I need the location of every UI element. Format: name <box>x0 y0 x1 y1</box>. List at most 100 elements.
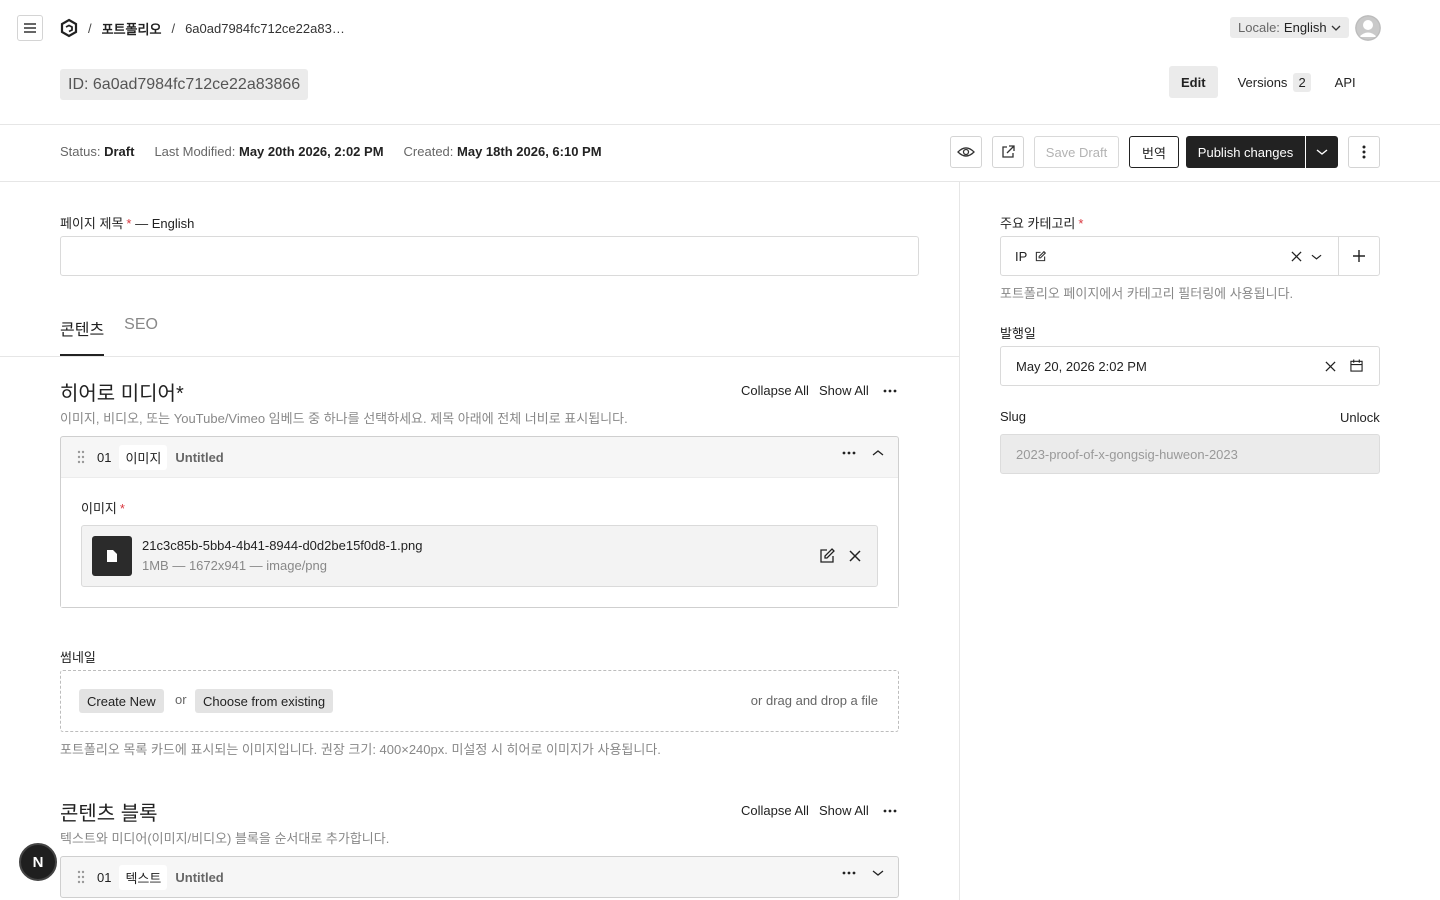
drag-handle-icon[interactable] <box>77 450 85 464</box>
content-tabs: 콘텐츠 SEO <box>60 316 158 356</box>
content-block-row: 01 텍스트 Untitled <box>60 856 899 898</box>
drag-handle-icon[interactable] <box>77 870 85 884</box>
more-horizontal-icon[interactable] <box>883 809 897 813</box>
required-marker: * <box>119 501 125 516</box>
row-controls <box>842 449 884 457</box>
save-draft-button[interactable]: Save Draft <box>1034 136 1119 168</box>
row-title: Untitled <box>175 869 224 885</box>
file-name[interactable]: 21c3c85b-5bb4-4b41-8944-d0d2be15f0d8-1.p… <box>142 538 422 553</box>
translate-button[interactable]: 번역 <box>1129 136 1179 168</box>
preview-button[interactable] <box>950 136 982 168</box>
more-horizontal-icon[interactable] <box>842 871 856 875</box>
document-more-button[interactable] <box>1348 136 1380 168</box>
content-blocks-title: 콘텐츠 블록 <box>60 803 158 825</box>
breadcrumb-document-id: 6a0ad7984fc712ce22a83… <box>185 21 345 36</box>
show-all-button[interactable]: Show All <box>819 803 869 818</box>
hero-media-row: 01 이미지 Untitled 이미지 * 21c3c85b-5bb4-4b41-… <box>60 436 899 608</box>
hamburger-icon <box>24 23 36 33</box>
publish-date-value: May 20, 2026 2:02 PM <box>1016 359 1147 374</box>
block-type-pill: 이미지 <box>119 444 168 470</box>
collapse-all-button[interactable]: Collapse All <box>741 383 809 398</box>
choose-existing-button[interactable]: Choose from existing <box>195 689 334 713</box>
row-controls <box>842 869 884 877</box>
last-modified-value: May 20th 2026, 2:02 PM <box>239 144 384 159</box>
menu-toggle-button[interactable] <box>17 15 43 41</box>
breadcrumb-separator: / <box>88 21 92 36</box>
status-value: Draft <box>104 144 135 159</box>
more-horizontal-icon[interactable] <box>842 451 856 455</box>
thumbnail-dropzone[interactable]: Create New or Choose from existing or dr… <box>60 670 899 732</box>
breadcrumb-collection-link[interactable]: 포트폴리오 <box>102 19 162 38</box>
document-status-bar: Status: Draft Last Modified: May 20th 20… <box>60 144 602 159</box>
category-hint: 포트폴리오 페이지에서 카테고리 필터링에 사용됩니다. <box>1000 286 1294 301</box>
plus-icon <box>1353 250 1365 262</box>
locale-label: Locale: <box>1238 20 1280 35</box>
open-in-new-tab-button[interactable] <box>992 136 1024 168</box>
publish-options-button[interactable] <box>1306 136 1338 168</box>
more-horizontal-icon[interactable] <box>883 389 897 393</box>
created-value: May 18th 2026, 6:10 PM <box>457 144 602 159</box>
tab-versions[interactable]: Versions 2 <box>1226 66 1323 98</box>
chevron-down-icon[interactable] <box>872 869 884 877</box>
edit-icon[interactable] <box>1035 251 1046 262</box>
logo-icon[interactable] <box>59 18 79 38</box>
chevron-down-icon[interactable] <box>1311 253 1322 261</box>
locale-suffix: — English <box>135 216 195 231</box>
sidebar-divider <box>959 181 960 900</box>
required-marker: * <box>126 216 132 231</box>
locale-value: English <box>1283 20 1327 35</box>
tab-content[interactable]: 콘텐츠 <box>60 316 105 356</box>
close-icon[interactable] <box>847 548 863 564</box>
file-thumbnail <box>92 536 132 576</box>
publish-date-label: 발행일 <box>1000 326 1036 341</box>
file-meta: 1MB — 1672x941 — image/png <box>142 558 327 573</box>
unlock-slug-button[interactable]: Unlock <box>1340 410 1380 425</box>
thumbnail-label: 썸네일 <box>60 650 96 665</box>
required-marker: * <box>1078 216 1084 231</box>
image-field-label: 이미지 * <box>81 498 878 517</box>
tab-edit[interactable]: Edit <box>1169 66 1218 98</box>
user-avatar-icon <box>1355 15 1381 41</box>
kebab-menu-icon <box>1362 145 1366 159</box>
calendar-icon[interactable] <box>1350 359 1363 372</box>
thumbnail-hint: 포트폴리오 목록 카드에 표시되는 이미지입니다. 권장 크기: 400×240… <box>60 742 661 757</box>
divider <box>0 356 959 357</box>
publish-date-input[interactable]: May 20, 2026 2:02 PM <box>1000 346 1380 386</box>
last-modified-item: Last Modified: May 20th 2026, 2:02 PM <box>154 144 383 159</box>
content-blocks-actions: Collapse All Show All <box>741 803 897 818</box>
created-label: Created: <box>403 144 454 159</box>
collapse-all-button[interactable]: Collapse All <box>741 803 809 818</box>
tab-api[interactable]: API <box>1323 66 1368 98</box>
nextjs-dev-badge[interactable]: N <box>19 843 57 881</box>
document-id-badge: ID: 6a0ad7984fc712ce22a83866 <box>60 69 309 100</box>
slug-value: 2023-proof-of-x-gongsig-huweon-2023 <box>1016 447 1238 462</box>
page-title-label: 페이지 제목 * — English <box>60 213 194 232</box>
file-icon <box>107 550 117 562</box>
breadcrumb-separator: / <box>171 21 176 36</box>
chevron-down-icon <box>1331 25 1341 31</box>
drag-drop-hint: or drag and drop a file <box>750 693 878 708</box>
external-link-icon <box>1002 145 1015 158</box>
locale-selector[interactable]: Locale: English <box>1230 17 1349 38</box>
breadcrumb: / 포트폴리오 / 6a0ad7984fc712ce22a83… <box>88 19 345 38</box>
category-select[interactable]: IP <box>1000 236 1339 276</box>
add-category-button[interactable] <box>1338 236 1380 276</box>
page-title-input[interactable] <box>60 236 919 276</box>
eye-icon <box>957 147 975 157</box>
hero-media-actions: Collapse All Show All <box>741 383 897 398</box>
status-item: Status: Draft <box>60 144 134 159</box>
create-new-button[interactable]: Create New <box>79 689 164 713</box>
tab-seo[interactable]: SEO <box>124 316 158 356</box>
edit-icon[interactable] <box>819 548 835 564</box>
chevron-up-icon[interactable] <box>872 449 884 457</box>
row-title: Untitled <box>175 449 224 465</box>
row-header[interactable]: 01 텍스트 Untitled <box>61 857 898 897</box>
clear-icon[interactable] <box>1291 251 1302 262</box>
created-item: Created: May 18th 2026, 6:10 PM <box>404 144 602 159</box>
show-all-button[interactable]: Show All <box>819 383 869 398</box>
row-header[interactable]: 01 이미지 Untitled <box>61 437 898 477</box>
chevron-down-icon <box>1316 149 1328 155</box>
publish-changes-button[interactable]: Publish changes <box>1186 136 1305 168</box>
clear-icon[interactable] <box>1325 361 1336 372</box>
avatar[interactable] <box>1355 15 1381 41</box>
